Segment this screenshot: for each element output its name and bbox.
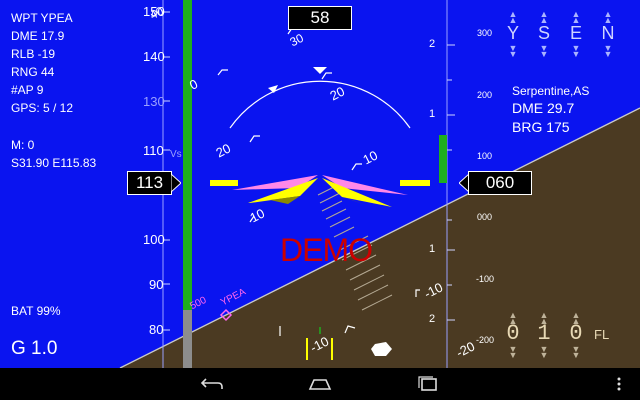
compass-letter: Y bbox=[506, 23, 519, 43]
target-bearing: BRG 175 bbox=[512, 119, 570, 135]
target-dme: DME 29.7 bbox=[512, 100, 575, 116]
chevron-down-icon[interactable]: ▼ ▼ bbox=[506, 44, 520, 59]
battery-readout: BAT 99% bbox=[11, 304, 61, 318]
airspeed-tick-label: 140 bbox=[143, 49, 165, 64]
target-name: Serpentine,AS bbox=[512, 84, 590, 98]
stall-speed-mark: Vs bbox=[170, 149, 182, 160]
airspeed-tick-label: 90 bbox=[149, 277, 164, 292]
home-button[interactable] bbox=[300, 368, 340, 400]
vsi-value-label: 000 bbox=[477, 212, 493, 222]
vsi-value-label: -200 bbox=[476, 335, 495, 345]
chevron-up-icon[interactable]: ▲ ▲ bbox=[537, 10, 551, 25]
vsi-value-label: -100 bbox=[476, 274, 495, 284]
vsi-tick-label: 2 bbox=[429, 38, 436, 50]
airspeed-tick-label: 110 bbox=[143, 143, 164, 158]
vsi-tick-label: 2 bbox=[429, 313, 436, 325]
right-wing-yellow bbox=[322, 178, 392, 207]
system-navigation-bar bbox=[0, 368, 640, 400]
bank-index bbox=[268, 85, 278, 93]
home-icon bbox=[308, 379, 332, 390]
position-readout: S31.90 E115.83 bbox=[11, 156, 97, 170]
chevron-down-icon[interactable]: ▼ ▼ bbox=[537, 44, 551, 59]
right-level-bar bbox=[400, 180, 430, 186]
chevron-up-icon[interactable]: ▲ ▲ bbox=[601, 10, 615, 25]
chevron-down-icon[interactable]: ▼ ▼ bbox=[533, 345, 555, 360]
flight-level-digit: 1 bbox=[537, 321, 551, 346]
demo-watermark: DEMO bbox=[280, 232, 373, 268]
gps-readout: GPS: 5 / 12 bbox=[11, 101, 74, 115]
heading-readout: 58 bbox=[288, 6, 352, 30]
flight-level-unit: FL bbox=[594, 327, 610, 342]
mode-readout: M: 0 bbox=[11, 138, 35, 152]
vsi-tick-label: 1 bbox=[429, 243, 436, 255]
flight-level-digit: 0 bbox=[506, 321, 520, 346]
chevron-down-icon[interactable]: ▼ ▼ bbox=[601, 44, 615, 59]
hud-screen: WPT YPEA DME 17.9 RLB -19 RNG 44 #AP 9 G… bbox=[0, 0, 640, 368]
left-level-bar bbox=[210, 180, 238, 186]
back-button[interactable] bbox=[192, 368, 232, 400]
airspeed-grey-band bbox=[183, 310, 192, 368]
altitude-readout: 060 bbox=[468, 171, 532, 195]
dme-readout: DME 17.9 bbox=[11, 29, 65, 43]
rng-readout: RNG 44 bbox=[11, 65, 55, 79]
vsi-value-label: 100 bbox=[477, 151, 493, 161]
g-load-readout: G 1.0 bbox=[11, 338, 58, 359]
compass-letter: S bbox=[537, 23, 550, 43]
overflow-menu-button[interactable] bbox=[604, 368, 634, 400]
recents-button[interactable] bbox=[408, 368, 448, 400]
vsi-value-label: 300 bbox=[477, 28, 493, 38]
airspeed-tick-label: 80 bbox=[149, 322, 164, 337]
bank-angle-arc bbox=[229, 80, 411, 129]
compass-letter: N bbox=[601, 23, 615, 43]
ap-readout: #AP 9 bbox=[11, 83, 44, 97]
airspeed-green-band bbox=[183, 0, 192, 310]
airspeed-readout: 113 bbox=[127, 171, 172, 195]
airspeed-tick-label: 100 bbox=[143, 232, 165, 247]
rlb-readout: RLB -19 bbox=[11, 47, 56, 61]
airspeed-tick-label: 130 bbox=[143, 94, 165, 109]
vsi-tick-label: 1 bbox=[429, 108, 436, 120]
chevron-down-icon[interactable]: ▼ ▼ bbox=[502, 345, 524, 360]
flight-level-digit: 0 bbox=[569, 321, 583, 346]
airspeed-pointer bbox=[171, 174, 181, 192]
chevron-up-icon[interactable]: ▲ ▲ bbox=[506, 10, 520, 25]
chevron-down-icon[interactable]: ▼ ▼ bbox=[569, 44, 583, 59]
vsi-green-bar bbox=[439, 135, 447, 183]
vsi-value-label: 200 bbox=[477, 90, 493, 100]
chevron-down-icon[interactable]: ▼ ▼ bbox=[565, 345, 587, 360]
waypoint-id: WPT YPEA bbox=[11, 11, 73, 25]
bank-pointer bbox=[313, 67, 327, 74]
compass-letter: E bbox=[569, 23, 582, 43]
back-icon bbox=[200, 378, 223, 389]
overflow-menu-icon bbox=[617, 377, 621, 391]
recents-icon bbox=[418, 376, 437, 391]
chevron-up-icon[interactable]: ▲ ▲ bbox=[569, 10, 583, 25]
